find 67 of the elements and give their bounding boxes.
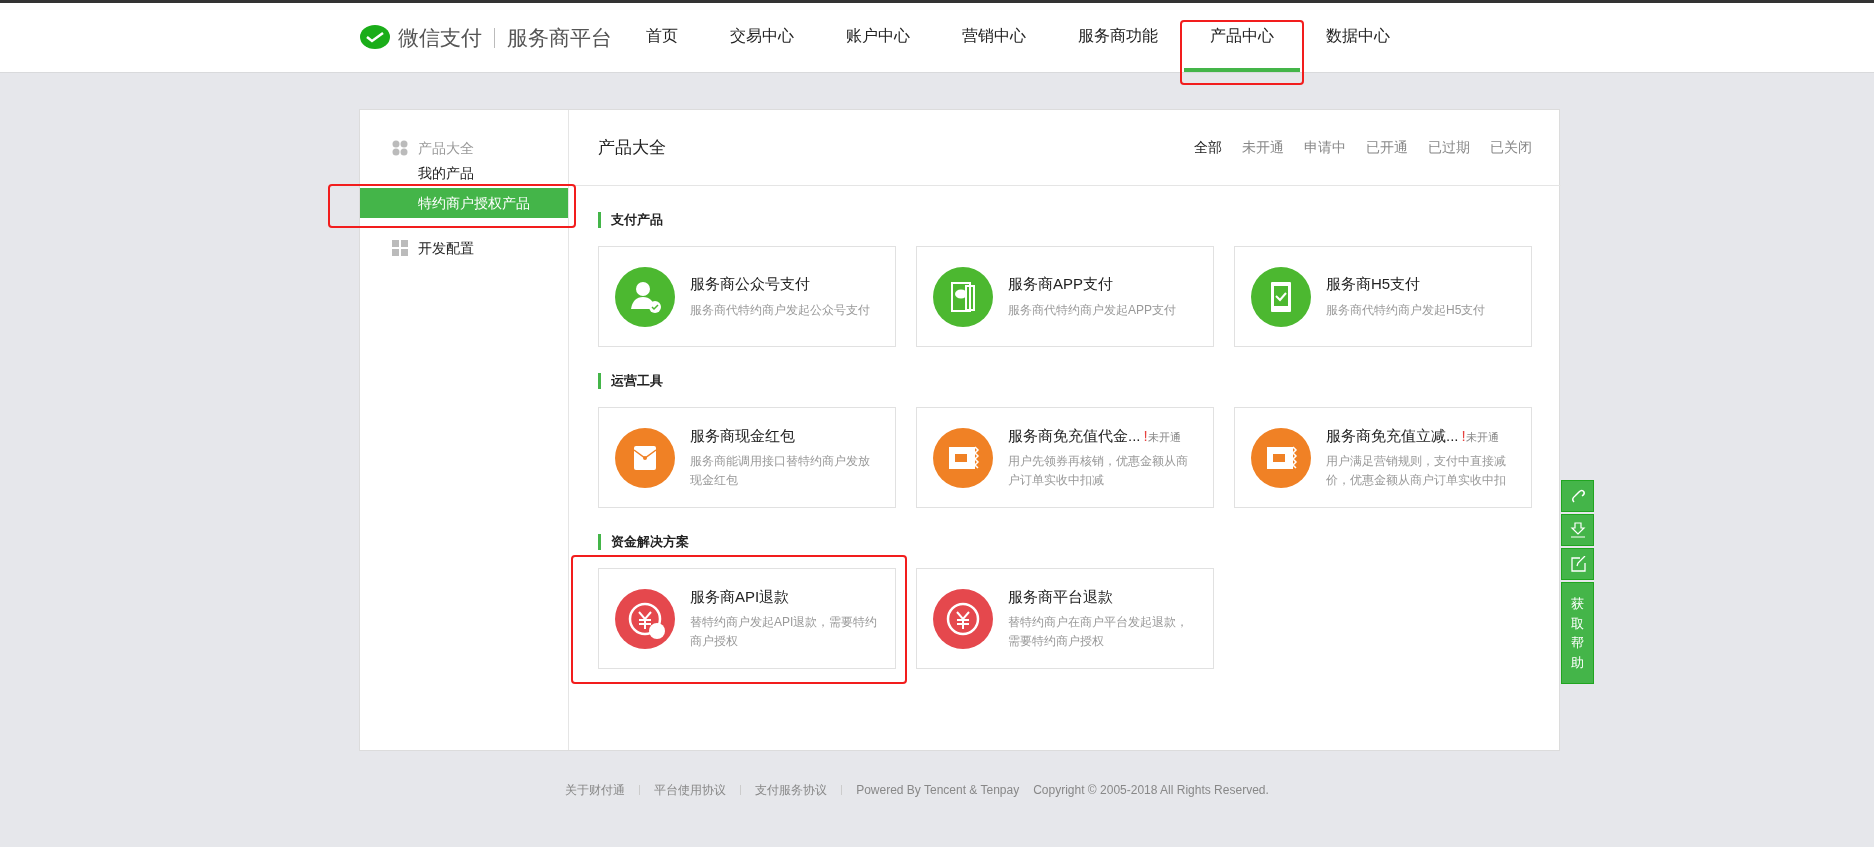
product-description: 服务商能调用接口替特约商户发放现金红包 <box>690 453 871 490</box>
nav-tab[interactable]: 首页 <box>620 3 704 72</box>
warning-mark: ! <box>1143 425 1148 446</box>
product-description: 用户先领券再核销，优惠金额从商户订单实收中扣减 <box>1008 453 1189 490</box>
powered-by-text: Powered By Tencent & Tenpay <box>856 782 1020 799</box>
edit-icon <box>1569 556 1586 572</box>
product-icon <box>1251 266 1311 327</box>
status-filter[interactable]: 已过期 <box>1428 137 1470 158</box>
nav-tab[interactable]: 数据中心 <box>1300 3 1416 72</box>
tool-button[interactable] <box>1561 480 1594 512</box>
product-icon <box>615 266 675 327</box>
sidebar-group-label: 开发配置 <box>418 238 474 258</box>
sidebar-item[interactable]: 我的产品 <box>360 160 568 186</box>
nav-tab[interactable]: 账户中心 <box>820 3 936 72</box>
product-description: 替特约商户在商户平台发起退款，需要特约商户授权 <box>1008 614 1189 651</box>
product-title: 服务商H5支付 <box>1326 274 1421 295</box>
clover-icon <box>392 140 408 156</box>
copyright-text: Copyright © 2005-2018 All Rights Reserved. <box>1033 782 1269 799</box>
product-title: 服务商API退款 <box>690 586 790 607</box>
product-title: 服务商APP支付 <box>1008 274 1113 295</box>
section-title: 资金解决方案 <box>598 534 1532 550</box>
product-description: 服务商代特约商户发起APP支付 <box>1008 301 1176 319</box>
brand-name: 微信支付 <box>398 24 482 51</box>
product-icon <box>1251 427 1311 488</box>
grid-icon <box>392 240 408 256</box>
tool-button[interactable] <box>1561 514 1594 546</box>
product-title: 服务商平台退款 <box>1008 586 1113 607</box>
product-card[interactable]: 服务商API退款 替特约商户发起API退款，需要特约商户授权 <box>598 568 896 669</box>
warning-mark: ! <box>1461 425 1466 446</box>
product-description: 服务商代特约商户发起公众号支付 <box>690 301 870 319</box>
status-filter[interactable]: 已关闭 <box>1490 137 1532 158</box>
product-icon <box>933 266 993 327</box>
product-icon <box>933 588 993 649</box>
product-title: 服务商公众号支付 <box>690 274 810 295</box>
tool-button[interactable] <box>1561 548 1594 580</box>
product-icon <box>933 427 993 488</box>
page-title: 产品大全 <box>598 136 666 159</box>
product-description: 用户满足营销规则，支付中直接减价，优惠金额从商户订单实收中扣 <box>1326 453 1507 490</box>
product-icon <box>615 588 675 649</box>
nav-tab[interactable]: 产品中心 <box>1184 3 1300 72</box>
platform-name: 服务商平台 <box>507 24 612 51</box>
nav-tab[interactable]: 交易中心 <box>704 3 820 72</box>
product-card[interactable]: 服务商公众号支付 服务商代特约商户发起公众号支付 <box>598 246 896 347</box>
link-icon <box>1569 488 1586 504</box>
product-card[interactable]: 服务商H5支付 服务商代特约商户发起H5支付 <box>1234 246 1532 347</box>
product-card[interactable]: 服务商平台退款 替特约商户在商户平台发起退款，需要特约商户授权 <box>916 568 1214 669</box>
product-icon <box>615 427 675 488</box>
download-icon <box>1569 522 1586 538</box>
nav-tab[interactable]: 营销中心 <box>936 3 1052 72</box>
product-title: 服务商现金红包 <box>690 425 795 446</box>
wechat-pay-logo-icon <box>360 24 390 51</box>
product-title: 服务商免充值立减... <box>1326 425 1459 446</box>
product-card[interactable]: 服务商免充值立减... !未开通 用户满足营销规则，支付中直接减价，优惠金额从商户订单实收中扣 <box>1234 407 1532 508</box>
product-description: 替特约商户发起API退款，需要特约商户授权 <box>690 614 879 651</box>
sidebar-group-label: 产品大全 <box>418 138 474 158</box>
section-title: 支付产品 <box>598 212 1532 228</box>
section-title: 运营工具 <box>598 373 1532 389</box>
status-filter[interactable]: 未开通 <box>1242 137 1284 158</box>
nav-tab[interactable]: 服务商功能 <box>1052 3 1184 72</box>
status-filter[interactable]: 已开通 <box>1366 137 1408 158</box>
status-filter[interactable]: 全部 <box>1194 137 1222 158</box>
product-description: 服务商代特约商户发起H5支付 <box>1326 301 1486 319</box>
product-card[interactable]: 服务商免充值代金... !未开通 用户先领券再核销，优惠金额从商户订单实收中扣减 <box>916 407 1214 508</box>
product-title: 服务商免充值代金... <box>1008 425 1141 446</box>
status-filter[interactable]: 申请中 <box>1304 137 1346 158</box>
product-card[interactable]: 服务商APP支付 服务商代特约商户发起APP支付 <box>916 246 1214 347</box>
product-card[interactable]: 服务商现金红包 服务商能调用接口替特约商户发放现金红包 <box>598 407 896 508</box>
